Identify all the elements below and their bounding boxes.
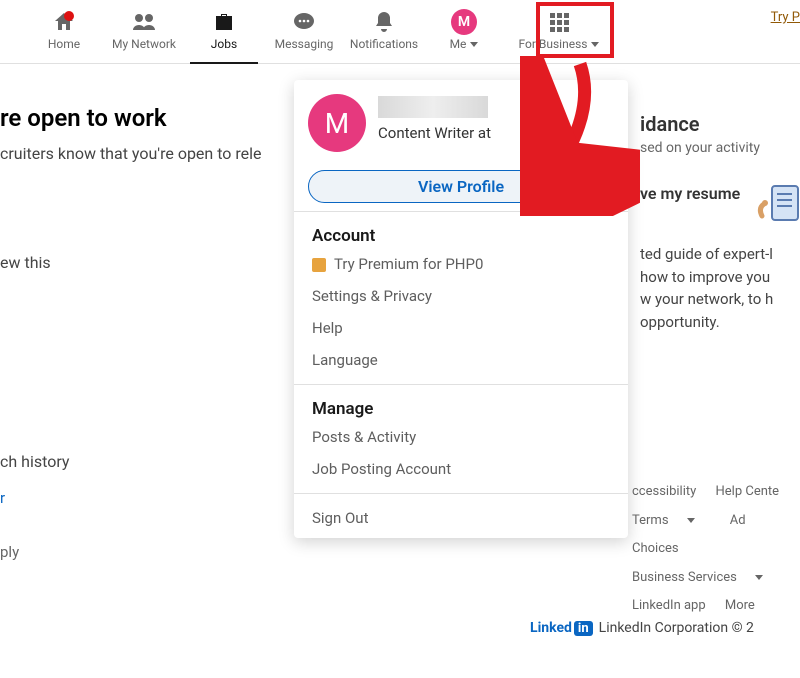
guidance-panel: idance sed on your activity ve my resume… bbox=[640, 112, 800, 333]
manage-section-title: Manage bbox=[294, 393, 628, 421]
nav-jobs-label: Jobs bbox=[211, 37, 237, 51]
footer-help-center[interactable]: Help Cente bbox=[716, 484, 780, 499]
linkedin-logo-icon: Linkedin bbox=[530, 620, 593, 636]
dropdown-header: M Content Writer at bbox=[294, 80, 628, 156]
bell-icon bbox=[372, 9, 396, 35]
guidance-title: idance bbox=[640, 112, 800, 136]
nav-home[interactable]: Home bbox=[24, 0, 104, 60]
view-profile-button[interactable]: View Profile bbox=[308, 170, 614, 203]
nav-me[interactable]: M Me bbox=[424, 0, 504, 60]
nav-notifications[interactable]: Notifications bbox=[344, 0, 424, 60]
me-avatar-letter: M bbox=[451, 9, 477, 35]
chevron-down-icon bbox=[755, 575, 763, 580]
language-item[interactable]: Language bbox=[294, 344, 628, 376]
footer-business-services[interactable]: Business Services bbox=[632, 570, 779, 585]
job-posting-item[interactable]: Job Posting Account bbox=[294, 453, 628, 485]
chat-icon bbox=[292, 9, 316, 35]
avatar-icon: M bbox=[451, 9, 477, 35]
footer-get-app[interactable]: LinkedIn app bbox=[632, 598, 706, 613]
try-premium-item[interactable]: Try Premium for PHP0 bbox=[294, 248, 628, 280]
nav-messaging[interactable]: Messaging bbox=[264, 0, 344, 60]
footer-accessibility[interactable]: ccessibility bbox=[632, 484, 696, 499]
divider bbox=[294, 384, 628, 385]
dropdown-avatar: M bbox=[308, 94, 366, 152]
nav-me-label: Me bbox=[450, 37, 479, 51]
nav-home-label: Home bbox=[48, 37, 80, 51]
nav-messaging-label: Messaging bbox=[275, 37, 334, 51]
divider bbox=[294, 493, 628, 494]
premium-badge-icon bbox=[312, 258, 326, 272]
footer-links: ccessibility Help Cente Terms Ad Choices… bbox=[632, 478, 800, 621]
settings-privacy-item[interactable]: Settings & Privacy bbox=[294, 280, 628, 312]
footer-more[interactable]: More bbox=[725, 598, 755, 613]
footer-corporation: LinkedIn Corporation © 2 bbox=[599, 620, 754, 636]
footer-brand: Linkedin LinkedIn Corporation © 2 bbox=[530, 620, 754, 636]
nav-business-label: For Business bbox=[519, 37, 600, 51]
nav-jobs[interactable]: Jobs bbox=[184, 0, 264, 60]
user-subtitle: Content Writer at bbox=[378, 124, 491, 142]
grid-icon bbox=[550, 9, 569, 35]
account-section-title: Account bbox=[294, 220, 628, 248]
guidance-description: ted guide of expert-l how to improve you… bbox=[640, 243, 800, 333]
nav-network[interactable]: My Network bbox=[104, 0, 184, 60]
posts-activity-item[interactable]: Posts & Activity bbox=[294, 421, 628, 453]
top-navbar: Home My Network Jobs Messaging Notificat… bbox=[0, 0, 800, 64]
user-name-redacted bbox=[378, 96, 488, 118]
guidance-sub: sed on your activity bbox=[640, 140, 800, 156]
home-icon bbox=[52, 9, 76, 35]
chevron-down-icon bbox=[591, 42, 599, 47]
nav-business[interactable]: For Business bbox=[504, 0, 614, 60]
chevron-down-icon bbox=[687, 518, 695, 523]
chevron-down-icon bbox=[470, 42, 478, 47]
me-dropdown: M Content Writer at View Profile Account… bbox=[294, 80, 628, 538]
nav-notifications-label: Notifications bbox=[350, 37, 418, 51]
briefcase-icon bbox=[212, 9, 236, 35]
people-icon bbox=[131, 9, 157, 35]
nav-network-label: My Network bbox=[112, 37, 176, 51]
sign-out-item[interactable]: Sign Out bbox=[294, 502, 628, 534]
footer-terms[interactable]: Terms bbox=[632, 513, 711, 528]
help-item[interactable]: Help bbox=[294, 312, 628, 344]
divider bbox=[294, 211, 628, 212]
clipboard-illustration-icon bbox=[754, 180, 800, 230]
try-premium-link[interactable]: Try P bbox=[771, 10, 800, 25]
